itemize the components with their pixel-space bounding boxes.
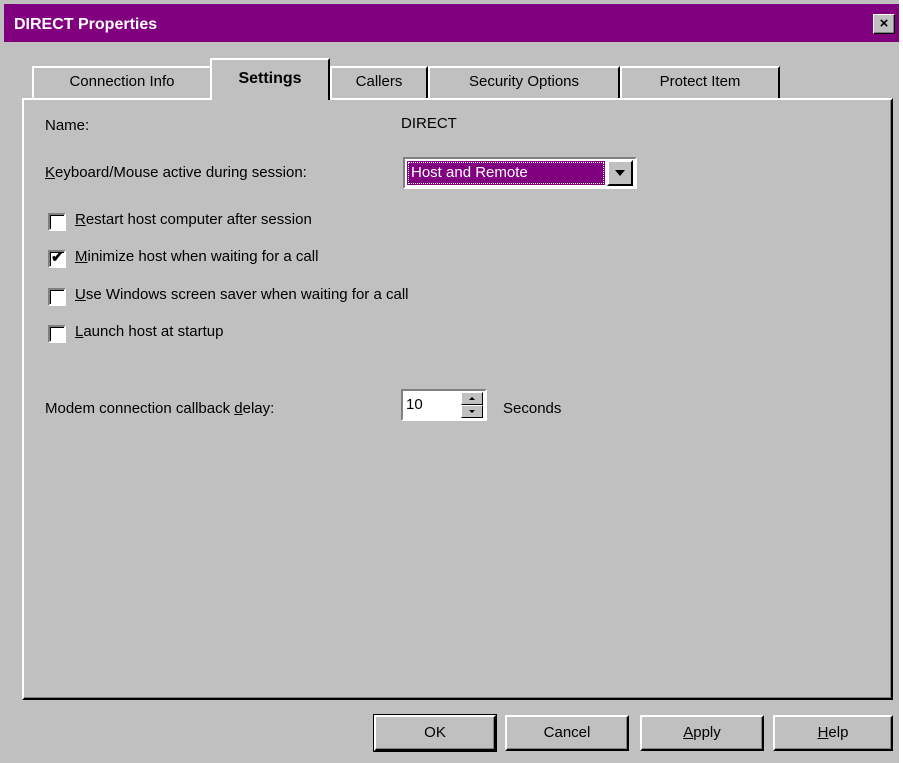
arrow-down-icon	[469, 410, 475, 413]
increment-button[interactable]	[461, 392, 483, 405]
help-button[interactable]: Help	[773, 715, 893, 751]
delay-unit: Seconds	[503, 400, 562, 417]
window-edge	[899, 0, 903, 763]
keyboard-mouse-select[interactable]: Host and Remote	[403, 157, 637, 189]
restart-host-checkbox[interactable]	[48, 213, 66, 231]
tab-connection-info[interactable]: Connection Info	[32, 66, 212, 99]
cancel-button[interactable]: Cancel	[505, 715, 629, 751]
chevron-down-icon	[615, 170, 625, 176]
keyboard-mouse-label: Keyboard/Mouse active during session:	[45, 164, 307, 181]
decrement-button[interactable]	[461, 405, 483, 418]
close-button[interactable]: ×	[873, 14, 895, 34]
callback-delay-label: Modem connection callback delay:	[45, 400, 274, 417]
access-key: R	[75, 211, 86, 228]
minimize-host-checkbox[interactable]: ✔	[48, 249, 66, 268]
access-key: H	[817, 724, 829, 741]
window-title: DIRECT Properties	[14, 16, 158, 33]
access-key: U	[75, 286, 86, 303]
close-icon: ×	[879, 15, 889, 32]
title-bar[interactable]: DIRECT Properties ×	[4, 4, 899, 42]
arrow-up-icon	[469, 397, 475, 400]
selected-value: Host and Remote	[407, 161, 605, 185]
launch-host-checkbox[interactable]	[48, 325, 66, 343]
tab-label: Settings	[238, 70, 302, 87]
label-text: eyboard/Mouse active during session:	[55, 164, 307, 181]
delay-value[interactable]: 10	[406, 394, 423, 416]
apply-button[interactable]: Apply	[640, 715, 764, 751]
access-key: A	[683, 724, 694, 741]
tab-protect-item[interactable]: Protect Item	[620, 66, 780, 99]
dropdown-button[interactable]	[607, 160, 633, 186]
restart-host-label[interactable]: Restart host computer after session	[75, 211, 312, 228]
ok-button[interactable]: OK	[373, 714, 497, 752]
tab-callers[interactable]: Callers	[330, 66, 428, 99]
minimize-host-label[interactable]: Minimize host when waiting for a call	[75, 248, 318, 265]
label-text: estart host computer after session	[85, 211, 312, 228]
checkmark-icon: ✔	[51, 249, 64, 266]
name-label: Name:	[45, 117, 90, 134]
screen-saver-label[interactable]: Use Windows screen saver when waiting fo…	[75, 286, 408, 303]
tab-label: Connection Info	[69, 73, 175, 90]
label-text: inimize host when waiting for a call	[87, 248, 319, 265]
label-text: elay:	[242, 400, 275, 417]
tab-label: Protect Item	[659, 73, 741, 90]
label-text: se Windows screen saver when waiting for…	[85, 286, 409, 303]
tab-security-options[interactable]: Security Options	[428, 66, 620, 99]
spin-buttons	[461, 392, 483, 419]
button-label: elp	[828, 724, 849, 741]
screen-saver-checkbox[interactable]	[48, 288, 66, 306]
access-key: d	[234, 400, 243, 417]
access-key: M	[75, 248, 88, 265]
name-value: DIRECT	[401, 115, 457, 132]
callback-delay-stepper[interactable]: 10	[401, 389, 487, 421]
button-label: Cancel	[543, 724, 591, 741]
tab-settings[interactable]: Settings	[210, 58, 330, 100]
button-label: OK	[424, 724, 446, 741]
access-key: K	[45, 164, 56, 181]
button-label: pply	[693, 724, 721, 741]
tab-label: Callers	[355, 73, 403, 90]
label-text: aunch host at startup	[83, 323, 224, 340]
label-text: Modem connection callback	[45, 400, 235, 417]
launch-host-label[interactable]: Launch host at startup	[75, 323, 223, 340]
tab-label: Security Options	[468, 73, 580, 90]
